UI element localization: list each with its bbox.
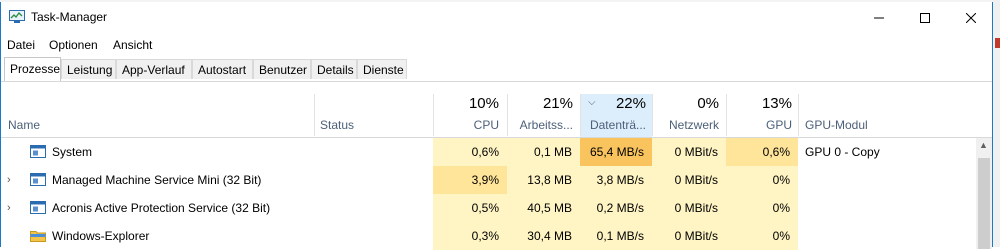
gpu-cell: 0,6% <box>726 138 798 166</box>
close-icon <box>966 12 976 23</box>
memory-cell: 0,1 MB <box>507 138 580 166</box>
tab-leistung[interactable]: Leistung <box>61 59 116 79</box>
tab-prozesse[interactable]: Prozesse <box>4 57 61 81</box>
col-status[interactable]: Status <box>320 118 354 132</box>
process-list: System 0,6% 0,1 MB 65,4 MB/s 0 MBit/s 0,… <box>1 138 976 250</box>
col-gpu-module[interactable]: GPU-Modul <box>805 118 868 132</box>
title-bar[interactable]: Task-Manager <box>1 2 992 33</box>
disk-cell: 0,1 MB/s <box>580 222 652 250</box>
vertical-scrollbar[interactable]: ▲ <box>976 138 992 249</box>
disk-cell: 0,2 MB/s <box>580 194 652 222</box>
process-name: System <box>52 145 93 159</box>
tab-dienste[interactable]: Dienste <box>357 59 407 79</box>
app-window-icon <box>30 173 46 186</box>
cpu-cell: 3,9% <box>433 166 507 194</box>
task-manager-window: Task-Manager Datei Optionen Ansicht Proz… <box>0 2 993 250</box>
cpu-cell: 0,5% <box>433 194 507 222</box>
menu-bar: Datei Optionen Ansicht <box>1 35 992 55</box>
col-cpu[interactable]: CPU <box>433 118 499 132</box>
disk-cell: 65,4 MB/s <box>580 138 652 166</box>
close-button[interactable] <box>948 2 994 33</box>
column-separator[interactable] <box>798 94 799 136</box>
maximize-icon <box>920 12 930 23</box>
folder-icon <box>30 231 46 242</box>
network-cell: 0 MBit/s <box>652 194 726 222</box>
window-title: Task-Manager <box>31 10 108 24</box>
app-window-icon <box>30 201 46 214</box>
menu-datei[interactable]: Datei <box>7 38 35 52</box>
disk-cell: 3,8 MB/s <box>580 166 652 194</box>
expand-chevron-icon[interactable]: › <box>7 194 11 222</box>
expand-chevron-icon[interactable]: › <box>7 166 11 194</box>
memory-cell: 30,4 MB <box>507 222 580 250</box>
column-header: ⌵ Name Status 10% CPU 21% Arbeitss... 22… <box>1 82 992 138</box>
task-manager-icon <box>9 10 25 23</box>
minimize-icon <box>874 17 884 18</box>
cpu-cell: 0,3% <box>433 222 507 250</box>
scroll-thumb[interactable] <box>978 158 990 249</box>
scroll-up-arrow-icon[interactable]: ▲ <box>979 140 988 150</box>
tab-app-verlauf[interactable]: App-Verlauf <box>116 59 192 79</box>
col-name[interactable]: Name <box>8 118 40 132</box>
cpu-cell: 0,6% <box>433 138 507 166</box>
column-separator[interactable] <box>314 94 315 136</box>
col-memory[interactable]: Arbeitss... <box>507 118 573 132</box>
tab-details[interactable]: Details <box>311 59 357 79</box>
gpu-cell: 0% <box>726 166 798 194</box>
gpu-total: 13% <box>761 95 792 112</box>
gpu-cell: 0% <box>726 194 798 222</box>
tab-benutzer[interactable]: Benutzer <box>253 59 311 79</box>
menu-optionen[interactable]: Optionen <box>49 38 98 52</box>
table-row[interactable]: › Acronis Active Protection Service (32 … <box>1 194 976 222</box>
cpu-total: 10% <box>468 95 499 112</box>
tab-strip: Prozesse Leistung App-Verlauf Autostart … <box>1 57 992 82</box>
gpu-cell: 0% <box>726 222 798 250</box>
memory-cell: 40,5 MB <box>507 194 580 222</box>
background-window-marker <box>995 38 1000 48</box>
menu-ansicht[interactable]: Ansicht <box>113 38 152 52</box>
network-total: 0% <box>697 95 719 112</box>
memory-cell: 13,8 MB <box>507 166 580 194</box>
col-disk[interactable]: Datenträ... <box>580 118 646 132</box>
system-window-icon <box>30 145 46 158</box>
table-row[interactable]: Windows-Explorer 0,3% 30,4 MB 0,1 MB/s 0… <box>1 222 976 250</box>
disk-total: 22% <box>615 95 646 112</box>
col-gpu[interactable]: GPU <box>726 118 792 132</box>
memory-total: 21% <box>542 95 573 112</box>
minimize-button[interactable] <box>856 2 902 33</box>
maximize-button[interactable] <box>902 2 948 33</box>
process-name: Acronis Active Protection Service (32 Bi… <box>52 201 271 215</box>
tab-autostart[interactable]: Autostart <box>192 59 253 79</box>
process-name: Managed Machine Service Mini (32 Bit) <box>52 173 262 187</box>
network-cell: 0 MBit/s <box>652 138 726 166</box>
gpu-module-cell: GPU 0 - Copy <box>805 145 880 159</box>
table-row[interactable]: System 0,6% 0,1 MB 65,4 MB/s 0 MBit/s 0,… <box>1 138 976 166</box>
process-name: Windows-Explorer <box>52 229 150 243</box>
col-network[interactable]: Netzwerk <box>652 118 719 132</box>
background-window-edge <box>993 0 1000 247</box>
network-cell: 0 MBit/s <box>652 222 726 250</box>
table-row[interactable]: › Managed Machine Service Mini (32 Bit) … <box>1 166 976 194</box>
network-cell: 0 MBit/s <box>652 166 726 194</box>
